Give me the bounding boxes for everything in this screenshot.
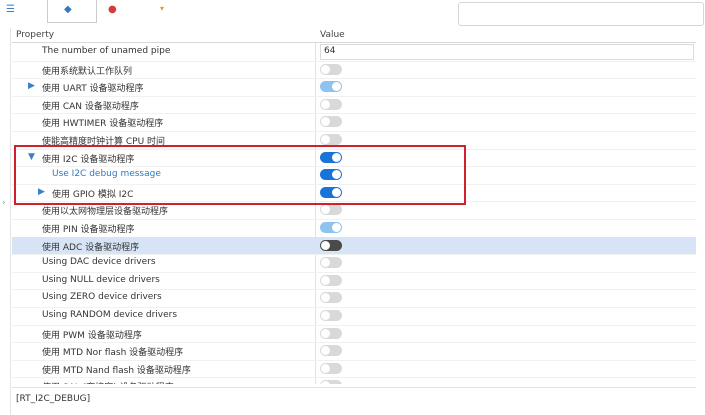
row-label: 使用 CAN 设备驱动程序 — [42, 101, 139, 112]
value-text: 64 — [324, 46, 336, 56]
header-value[interactable]: Value — [320, 30, 345, 40]
palette-icon[interactable]: ● — [108, 4, 117, 15]
row-label: 使用 PIN 设备驱动程序 — [42, 225, 135, 235]
row-label: 使用系统默认工作队列 — [42, 66, 133, 77]
row-value — [320, 219, 696, 236]
row-label: Using ZERO device drivers — [42, 292, 162, 303]
toggle-knob — [321, 240, 330, 250]
row-label: 使用 PWM 设备驱动程序 — [42, 330, 142, 341]
row-value — [320, 61, 696, 78]
toggle-switch[interactable] — [320, 362, 342, 374]
table-row[interactable]: Using NULL device drivers — [12, 272, 696, 291]
status-text: [RT_I2C_DEBUG] — [16, 394, 91, 404]
toggle-knob — [332, 223, 341, 232]
shield-icon: ◆ — [64, 4, 72, 15]
toggle-switch[interactable] — [320, 116, 342, 128]
row-value — [320, 254, 696, 271]
table-row[interactable]: 使用 MTD Nand flash 设备驱动程序 — [12, 360, 696, 379]
toggle-knob — [321, 346, 330, 356]
table-row[interactable]: ▶ 使用 UART 设备驱动程序 — [12, 78, 696, 97]
toggle-switch[interactable] — [320, 274, 342, 286]
row-value — [320, 113, 696, 130]
table-row[interactable]: 使用 HWTIMER 设备驱动程序 — [12, 113, 696, 132]
toggle-switch[interactable] — [320, 327, 342, 339]
row-label: 使用以太网物理层设备驱动程序 — [42, 207, 169, 218]
toggle-switch[interactable] — [320, 257, 342, 269]
left-panel-edge: › — [0, 28, 11, 415]
row-value — [320, 325, 696, 342]
toggle-knob — [321, 135, 330, 144]
highlight-annotation — [14, 145, 466, 205]
table-row[interactable]: 使用 ADC 设备驱动程序 — [12, 236, 696, 256]
header-property[interactable]: Property — [16, 30, 54, 40]
toggle-switch[interactable] — [320, 345, 342, 357]
expand-right-icon[interactable]: ▶ — [28, 81, 35, 91]
table-row[interactable]: Using DAC device drivers — [12, 254, 696, 273]
row-label: 使用 UART 设备驱动程序 — [42, 84, 144, 95]
row-value — [320, 289, 696, 306]
status-bar: [RT_I2C_DEBUG] — [12, 387, 696, 412]
toggle-knob — [321, 117, 330, 127]
table-row[interactable]: 使用 PIN 设备驱动程序 — [12, 219, 696, 238]
row-label: 使用 ADC 设备驱动程序 — [42, 242, 140, 253]
search-input[interactable] — [458, 2, 704, 26]
row-label: The number of unamed pipe — [42, 46, 171, 56]
row-label: 使用 SAL (套接字) 设备驱动程序 — [42, 380, 174, 384]
toolbar: ☰ ◆ ● ▾ — [0, 0, 705, 28]
toggle-knob — [321, 381, 330, 384]
row-label: Using NULL device drivers — [42, 274, 160, 285]
toggle-knob — [321, 328, 330, 338]
row-value — [320, 342, 696, 359]
row-label: 使用 HWTIMER 设备驱动程序 — [42, 119, 164, 130]
toggle-switch[interactable] — [320, 222, 342, 233]
toggle-knob — [321, 275, 330, 285]
row-value — [320, 272, 696, 289]
row-label: 使用 MTD Nand flash 设备驱动程序 — [42, 365, 191, 376]
row-value — [320, 307, 696, 324]
table-row[interactable]: Using ZERO device drivers — [12, 289, 696, 308]
value-text-field[interactable]: 64 — [320, 44, 694, 60]
row-value — [320, 377, 696, 384]
toggle-knob — [321, 293, 330, 303]
table-row[interactable]: 使用 MTD Nor flash 设备驱动程序 — [12, 342, 696, 361]
row-label: Using DAC device drivers — [42, 257, 156, 268]
row-value: 64 — [320, 43, 696, 60]
toggle-switch[interactable] — [320, 63, 342, 75]
table-row[interactable]: 使用 SAL (套接字) 设备驱动程序 — [12, 377, 696, 384]
toggle-knob — [321, 363, 330, 373]
row-value — [320, 360, 696, 377]
toggle-switch[interactable] — [320, 204, 342, 216]
row-label: 使用 MTD Nor flash 设备驱动程序 — [42, 348, 184, 359]
table-row[interactable]: Using RANDOM device drivers — [12, 307, 696, 326]
table-row[interactable]: 使用系统默认工作队列 — [12, 61, 696, 80]
tab-active[interactable]: ◆ — [47, 0, 97, 23]
toggle-switch[interactable] — [320, 134, 342, 145]
toggle-switch[interactable] — [320, 239, 342, 251]
toggle-knob — [321, 99, 330, 109]
toggle-switch[interactable] — [320, 98, 342, 110]
list-icon[interactable]: ☰ — [6, 4, 15, 15]
row-label: Using RANDOM device drivers — [42, 310, 178, 320]
property-table: Property Value The number of unamed pipe… — [12, 30, 696, 384]
toggle-switch[interactable] — [320, 310, 342, 321]
row-value — [320, 237, 696, 254]
table-row[interactable]: 使用 CAN 设备驱动程序 — [12, 96, 696, 115]
toggle-knob — [321, 311, 330, 320]
toggle-knob — [321, 64, 330, 74]
chevron-right-icon[interactable]: › — [2, 198, 6, 208]
toggle-knob — [321, 205, 330, 215]
table-row[interactable]: 使用 PWM 设备驱动程序 — [12, 325, 696, 344]
toggle-switch[interactable] — [320, 81, 342, 93]
row-value — [320, 96, 696, 113]
table-header: Property Value — [12, 30, 696, 43]
toggle-switch[interactable] — [320, 380, 342, 384]
table-row[interactable]: The number of unamed pipe 64 — [12, 43, 696, 62]
toggle-knob — [321, 258, 330, 268]
row-value — [320, 78, 696, 95]
toggle-knob — [332, 82, 341, 92]
bookmark-icon[interactable]: ▾ — [160, 4, 164, 13]
toggle-switch[interactable] — [320, 292, 342, 304]
